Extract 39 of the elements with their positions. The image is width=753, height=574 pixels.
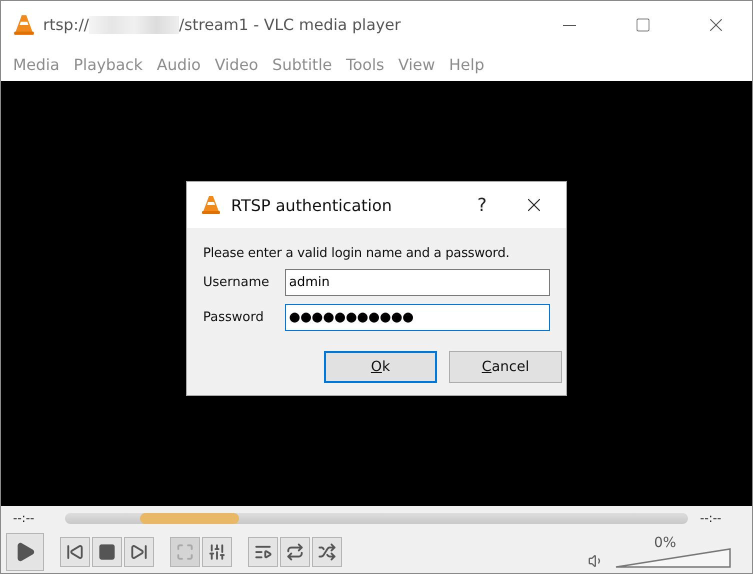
fullscreen-icon (176, 542, 194, 560)
cone-icon (13, 14, 35, 36)
playlist-button[interactable] (248, 536, 278, 566)
loop-button[interactable] (280, 536, 310, 566)
dialog-message: Please enter a valid login name and a password. (203, 246, 510, 261)
dialog-title: RTSP authentication (231, 196, 392, 214)
menu-item[interactable]: Audio (148, 56, 207, 74)
stop-icon (98, 542, 116, 560)
remaining-time: --:-- (700, 511, 722, 525)
window-title: rtsp:// /stream1 - VLC media player (43, 16, 401, 34)
elapsed-time: --:-- (13, 511, 36, 525)
menu-item[interactable]: Video (206, 56, 264, 74)
loop-icon (286, 542, 304, 560)
menu-item[interactable]: Tools (338, 56, 390, 74)
field-label: Password (203, 310, 265, 325)
next-button[interactable] (124, 536, 154, 566)
menu-item[interactable]: Media (5, 56, 66, 74)
menu-item[interactable]: Playback (66, 56, 149, 74)
menu-item[interactable]: Help (441, 56, 490, 74)
play-button[interactable] (6, 532, 44, 570)
dialog-button[interactable]: Ok (324, 351, 437, 383)
shuffle-icon (318, 542, 336, 560)
input-field[interactable]: ●●●●●●●●●●● (285, 304, 550, 331)
menu-item[interactable]: View (390, 56, 442, 74)
stop-button[interactable] (92, 536, 122, 566)
shuffle-button[interactable] (312, 536, 342, 566)
previous-button[interactable] (60, 536, 90, 566)
next-icon (130, 542, 148, 560)
menu-item[interactable]: Subtitle (264, 56, 338, 74)
input-field[interactable]: admin (285, 269, 550, 296)
previous-icon (66, 542, 84, 560)
equalizer-icon (208, 542, 226, 560)
equalizer-button[interactable] (202, 536, 232, 566)
field-label: Username (203, 275, 270, 290)
maximize-icon (634, 17, 650, 33)
dialog-button[interactable]: Cancel (449, 351, 562, 383)
cone-icon (201, 195, 221, 215)
minimize-icon (563, 24, 576, 26)
help-button[interactable]: ? (462, 194, 502, 216)
